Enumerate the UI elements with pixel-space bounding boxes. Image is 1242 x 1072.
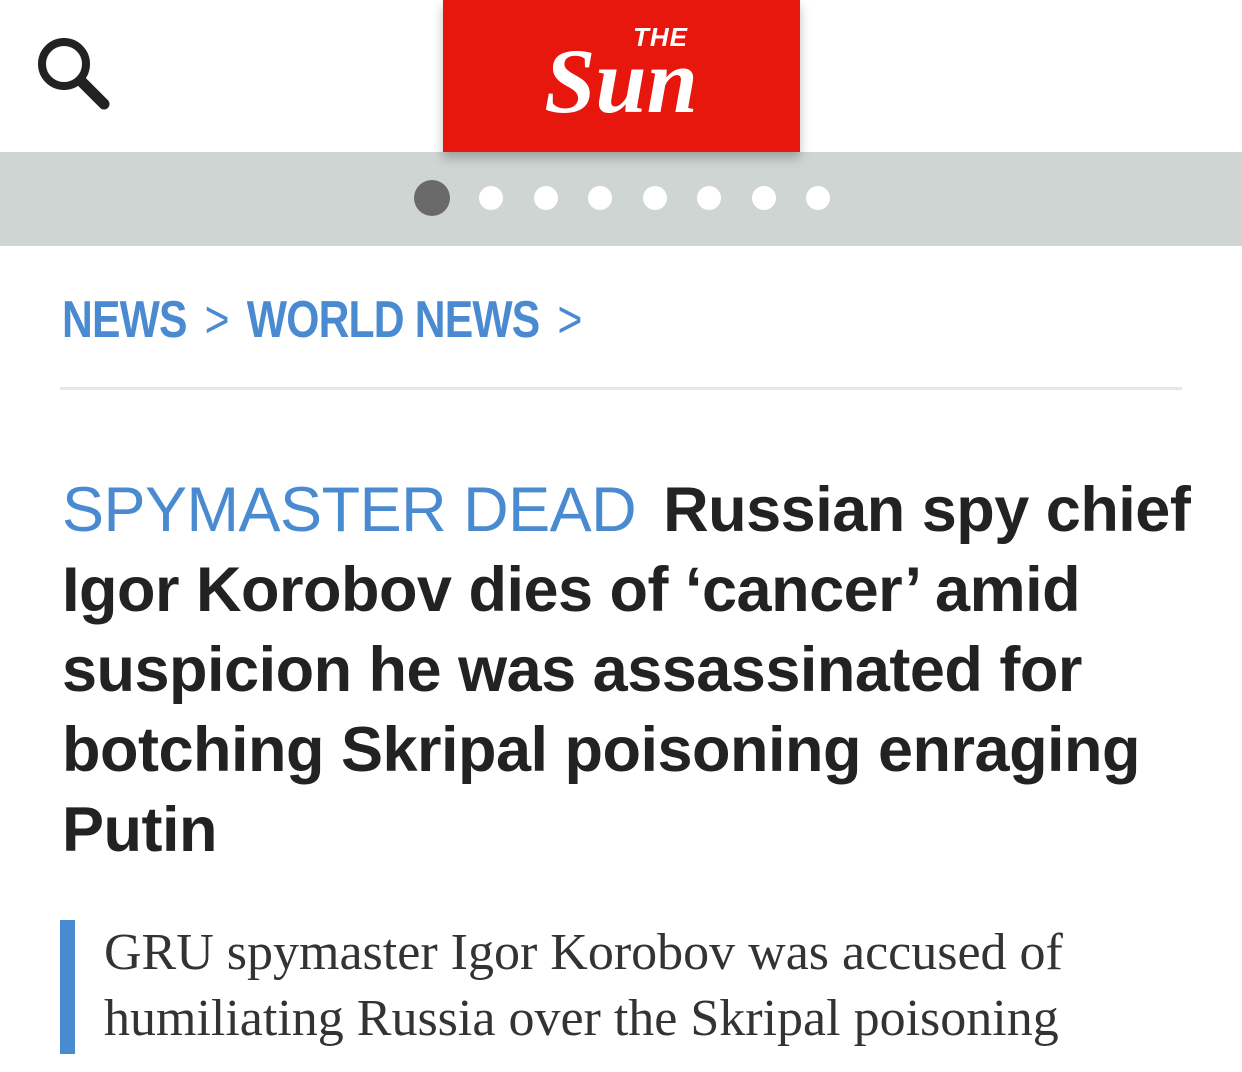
- carousel-dot[interactable]: [533, 186, 558, 210]
- search-icon: [38, 38, 110, 110]
- carousel-dot[interactable]: [751, 186, 776, 210]
- chevron-right-icon: >: [557, 291, 582, 349]
- article-standfirst: GRU spymaster Igor Korobov was accused o…: [104, 924, 1063, 1047]
- logo-sun-text: Sun: [544, 30, 698, 132]
- chevron-right-icon: >: [204, 291, 230, 349]
- carousel-dot[interactable]: [697, 186, 721, 210]
- breadcrumb: NEWS > WORLD NEWS >: [62, 290, 600, 350]
- carousel-dot[interactable]: [588, 186, 612, 210]
- standfirst-accent-bar: [60, 920, 75, 1054]
- article-headline: SPYMASTER DEAD Russian spy chief Igor Ko…: [62, 470, 1212, 870]
- divider: [60, 387, 1182, 390]
- search-button[interactable]: [34, 34, 114, 114]
- carousel-dot[interactable]: [642, 186, 667, 210]
- carousel-dots: [0, 152, 1242, 246]
- breadcrumb-world-news[interactable]: WORLD NEWS: [247, 290, 540, 350]
- breadcrumb-news[interactable]: NEWS: [62, 290, 187, 350]
- carousel-dot[interactable]: [414, 180, 450, 216]
- carousel-dot[interactable]: [806, 186, 830, 210]
- headline-kicker: SPYMASTER DEAD: [62, 475, 637, 545]
- carousel-dot[interactable]: [479, 186, 503, 210]
- carousel-indicator-bar: [0, 152, 1242, 246]
- the-sun-logo[interactable]: THE Sun: [443, 0, 800, 152]
